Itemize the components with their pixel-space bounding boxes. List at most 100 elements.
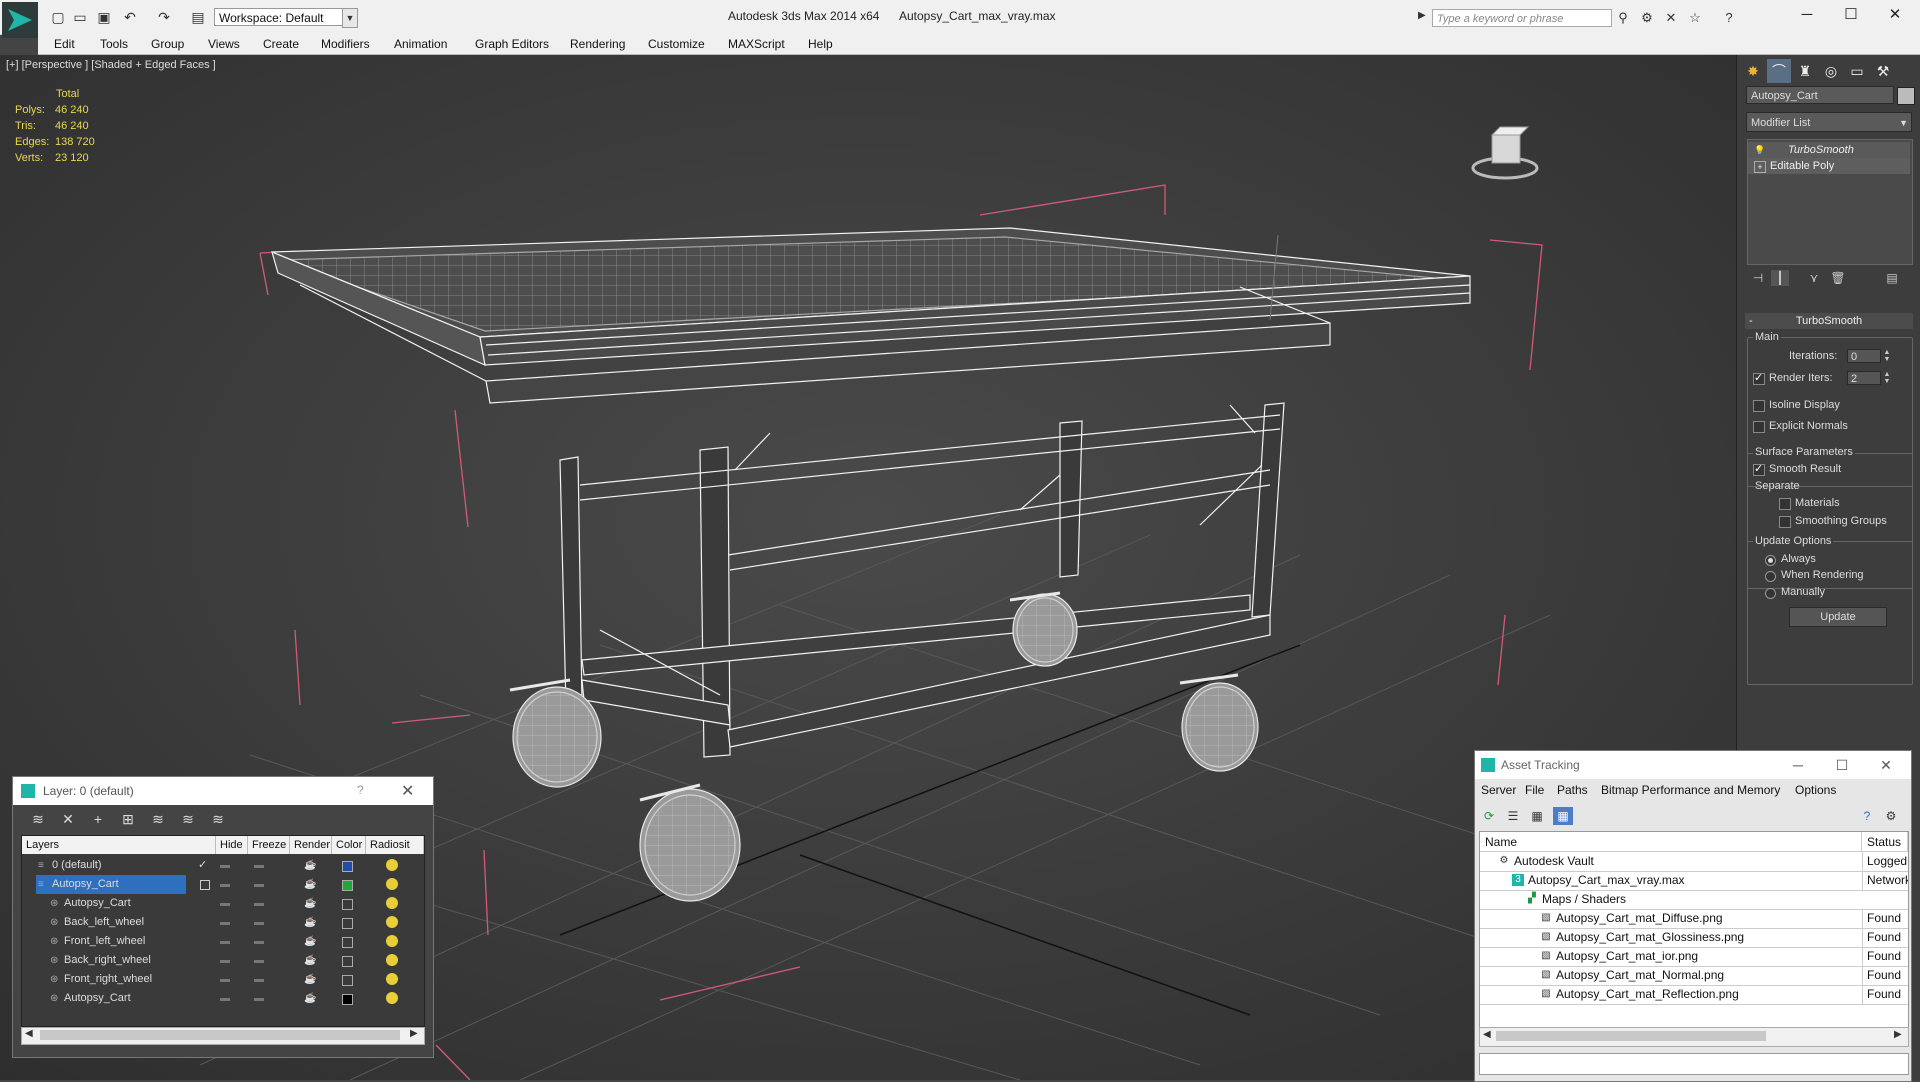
highlight-layer-icon[interactable]: ≋ <box>147 809 169 829</box>
asset-name[interactable]: Autopsy_Cart_mat_Reflection.png <box>1556 985 1739 1004</box>
freeze-toggle[interactable]: ▬ <box>254 894 264 913</box>
select-objects-icon[interactable]: ⊞ <box>117 809 139 829</box>
menu-create[interactable]: Create <box>263 35 299 53</box>
current-layer-check-icon[interactable]: ✓ <box>198 856 207 875</box>
col-freeze[interactable]: Freeze <box>248 836 290 854</box>
close-button[interactable]: ✕ <box>1880 4 1910 26</box>
asset-name[interactable]: Autopsy_Cart_mat_Normal.png <box>1556 966 1724 985</box>
always-radio[interactable] <box>1765 555 1776 566</box>
stack-item-turbosmooth[interactable]: 💡 TurboSmooth <box>1748 142 1910 158</box>
layer-color-swatch[interactable] <box>342 899 353 910</box>
radiosity-lightbulb-icon[interactable] <box>386 973 398 985</box>
col-render[interactable]: Render <box>290 836 332 854</box>
layer-row[interactable]: ⊛ Front_right_wheel ▬ ▬ ☕ <box>22 970 424 989</box>
asset-row[interactable]: ▧ Autopsy_Cart_mat_Glossiness.png Found <box>1480 928 1908 948</box>
new-file-icon[interactable]: ▢ <box>50 9 66 25</box>
asset-menu-bitmap-performance[interactable]: Bitmap Performance and Memory <box>1601 783 1780 797</box>
add-to-layer-icon[interactable]: + <box>87 809 109 829</box>
remove-modifier-icon[interactable]: 🗑 <box>1829 270 1847 286</box>
modifier-list-dropdown[interactable]: Modifier List ▼ <box>1746 112 1912 132</box>
asset-help-icon[interactable]: ? <box>1857 807 1877 825</box>
asset-menu-paths[interactable]: Paths <box>1557 783 1588 797</box>
layer-color-swatch[interactable] <box>342 975 353 986</box>
col-radiosity[interactable]: Radiosit <box>366 836 424 854</box>
asset-horizontal-scrollbar[interactable]: ◀ ▶ <box>1479 1027 1909 1047</box>
freeze-toggle[interactable]: ▬ <box>254 970 264 989</box>
freeze-toggle[interactable]: ▬ <box>254 875 264 894</box>
undo-icon[interactable]: ↶ <box>122 9 138 25</box>
asset-name[interactable]: Maps / Shaders <box>1542 890 1626 909</box>
asset-scroll-right-icon[interactable]: ▶ <box>1894 1029 1902 1040</box>
menu-rendering[interactable]: Rendering <box>570 35 625 53</box>
asset-row[interactable]: ▧ Autopsy_Cart_mat_ior.png Found <box>1480 947 1908 967</box>
col-color[interactable]: Color <box>332 836 366 854</box>
render-iters-spinner-arrows-icon[interactable]: ▲ ▼ <box>1883 371 1891 385</box>
display-tab-icon[interactable]: ▭ <box>1845 59 1869 83</box>
asset-path-field[interactable] <box>1479 1053 1909 1075</box>
asset-scroll-thumb[interactable] <box>1496 1031 1766 1041</box>
col-name[interactable]: Name <box>1480 832 1862 852</box>
object-name-field[interactable]: Autopsy_Cart <box>1746 86 1894 104</box>
layer-color-swatch[interactable] <box>342 937 353 948</box>
help-icon[interactable]: ? <box>357 783 364 797</box>
delete-layer-icon[interactable]: ✕ <box>57 809 79 829</box>
project-folder-icon[interactable]: ▤ <box>190 9 206 25</box>
layer-name[interactable]: Autopsy_Cart <box>64 989 131 1008</box>
asset-minimize-button[interactable]: ─ <box>1783 755 1813 775</box>
smooth-result-checkbox[interactable] <box>1753 462 1765 476</box>
explicit-normals-checkbox[interactable] <box>1753 421 1765 433</box>
menu-tools[interactable]: Tools <box>100 35 128 53</box>
hide-toggle[interactable]: ▬ <box>220 951 230 970</box>
asset-menu-file[interactable]: File <box>1525 783 1544 797</box>
minimize-button[interactable]: ─ <box>1792 4 1822 26</box>
open-file-icon[interactable]: ▭ <box>72 9 88 25</box>
layer-color-swatch[interactable] <box>342 880 353 891</box>
menu-help[interactable]: Help <box>808 35 833 53</box>
iterations-spinner-arrows-icon[interactable]: ▲ ▼ <box>1883 349 1891 363</box>
render-teapot-icon[interactable]: ☕ <box>304 951 316 970</box>
set-current-layer-box[interactable] <box>200 880 210 890</box>
layer-color-swatch[interactable] <box>342 918 353 929</box>
hide-toggle[interactable]: ▬ <box>220 970 230 989</box>
make-unique-icon[interactable]: ⋎ <box>1805 270 1823 286</box>
freeze-toggle[interactable]: ▬ <box>254 913 264 932</box>
hide-all-layers-icon[interactable]: ≋ <box>177 809 199 829</box>
asset-menu-options[interactable]: Options <box>1795 783 1836 797</box>
render-teapot-icon[interactable]: ☕ <box>304 989 316 1008</box>
pin-stack-icon[interactable]: ⊣ <box>1749 270 1767 286</box>
layer-row[interactable]: ⊛ Front_left_wheel ▬ ▬ ☕ <box>22 932 424 951</box>
viewport-label[interactable]: [+] [Perspective ] [Shaded + Edged Faces… <box>6 59 216 71</box>
scroll-left-icon[interactable]: ◀ <box>25 1028 33 1039</box>
render-iters-checkbox[interactable] <box>1753 371 1765 385</box>
menu-maxscript[interactable]: MAXScript <box>728 35 785 53</box>
asset-name[interactable]: Autopsy_Cart_mat_Diffuse.png <box>1556 909 1723 928</box>
asset-row[interactable]: ▧ Autopsy_Cart_mat_Normal.png Found <box>1480 966 1908 986</box>
radiosity-lightbulb-icon[interactable] <box>386 954 398 966</box>
render-iters-spinner[interactable]: 2 <box>1847 371 1881 385</box>
layer-name[interactable]: Autopsy_Cart <box>52 875 119 894</box>
save-icon[interactable]: ▣ <box>96 9 112 25</box>
render-teapot-icon[interactable]: ☕ <box>304 894 316 913</box>
hide-toggle[interactable]: ▬ <box>220 856 230 875</box>
scroll-right-icon[interactable]: ▶ <box>410 1028 418 1039</box>
update-button[interactable]: Update <box>1789 607 1887 627</box>
asset-close-button[interactable]: ✕ <box>1871 755 1901 775</box>
layer-horizontal-scrollbar[interactable]: ◀ ▶ <box>21 1027 425 1045</box>
search-input[interactable]: Type a keyword or phrase <box>1432 9 1612 27</box>
col-layers[interactable]: Layers <box>22 836 216 854</box>
table-view-icon[interactable]: ▦ <box>1527 807 1547 825</box>
asset-row[interactable]: ▧ Autopsy_Cart_mat_Reflection.png Found <box>1480 985 1908 1005</box>
when-rendering-radio[interactable] <box>1765 571 1776 582</box>
radiosity-lightbulb-icon[interactable] <box>386 897 398 909</box>
grid-view-icon[interactable]: ▦ <box>1553 807 1573 825</box>
radiosity-lightbulb-icon[interactable] <box>386 878 398 890</box>
show-end-result-icon[interactable]: ┃ <box>1771 270 1789 286</box>
communication-icon[interactable]: ✕ <box>1662 10 1680 26</box>
hide-toggle[interactable]: ▬ <box>220 913 230 932</box>
subscription-icon[interactable]: ⚙ <box>1638 10 1656 26</box>
create-tab-icon[interactable]: ✸ <box>1741 59 1765 83</box>
layer-dialog-titlebar[interactable]: Layer: 0 (default) ? ✕ <box>13 777 433 805</box>
isoline-display-checkbox[interactable] <box>1753 400 1765 412</box>
menu-animation[interactable]: Animation <box>394 35 447 53</box>
app-logo-icon[interactable] <box>2 2 38 38</box>
